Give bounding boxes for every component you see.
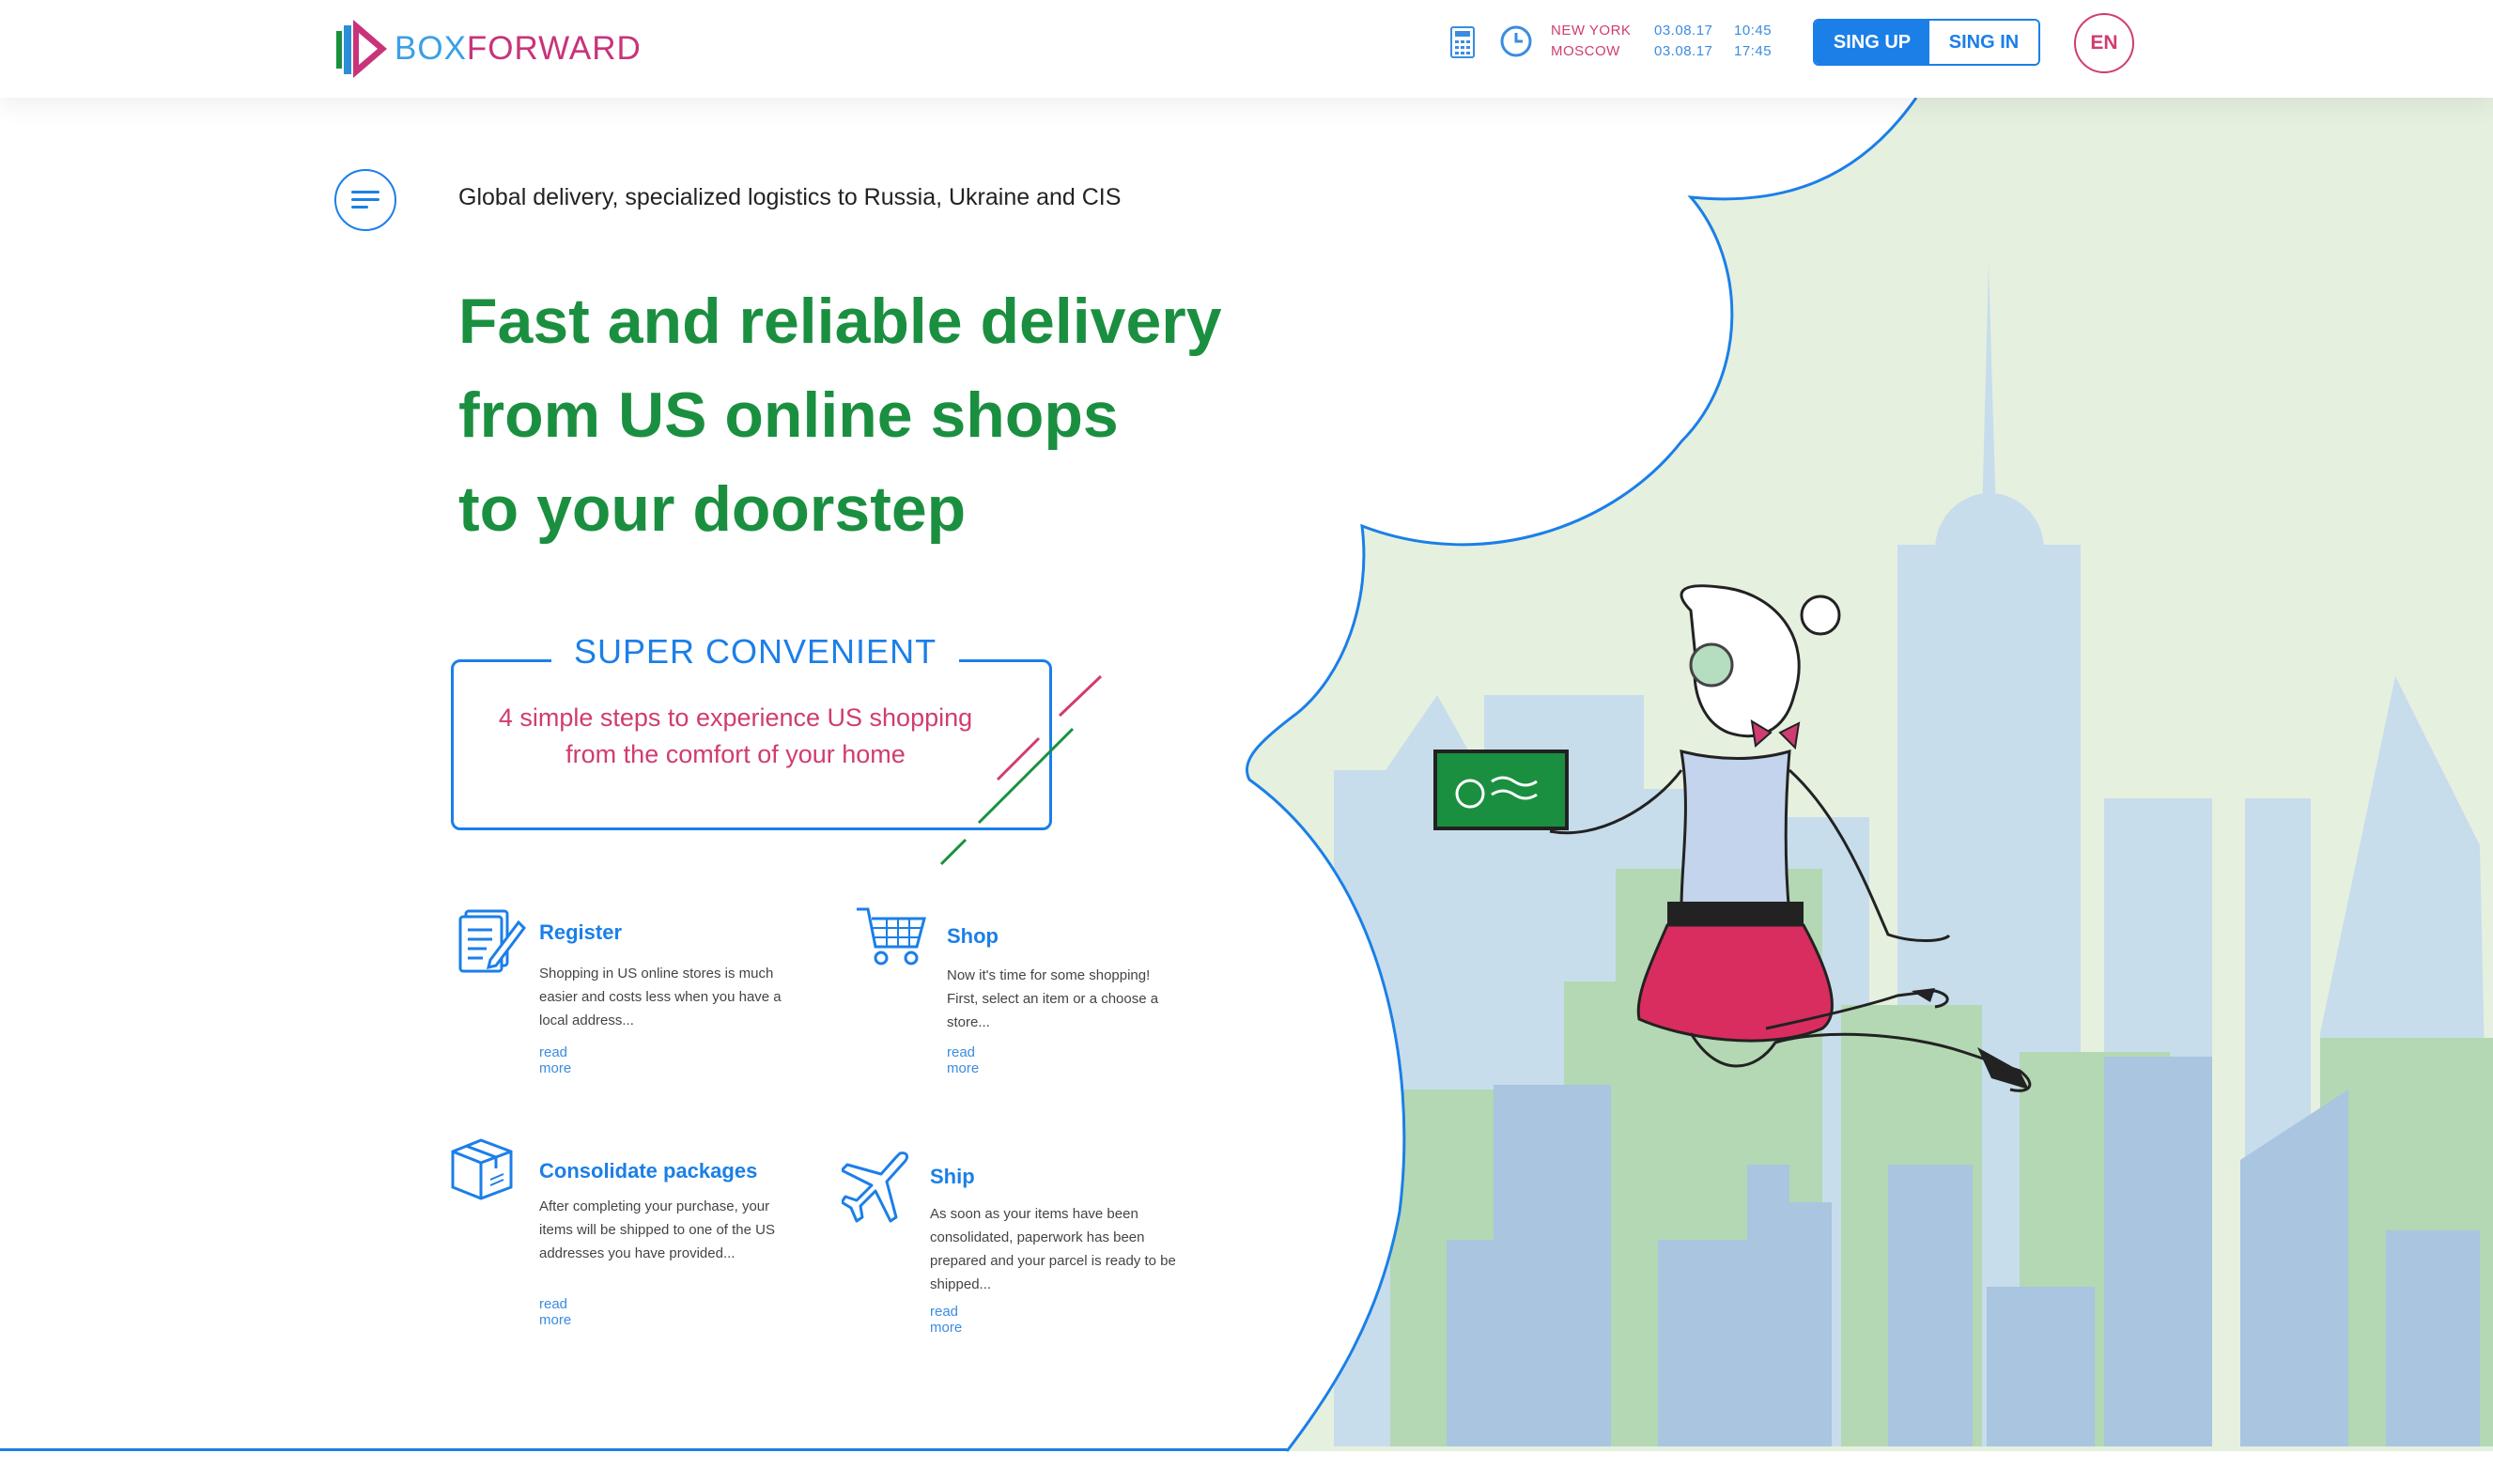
step-shop-title[interactable]: Shop (947, 924, 999, 949)
menu-button[interactable] (334, 169, 396, 231)
step-consolidate-read-more-link[interactable]: read more (539, 1296, 571, 1328)
timezone-city-2: MOSCOW (1551, 43, 1620, 59)
hero-headline: Fast and reliable delivery from US onlin… (458, 274, 1304, 556)
register-icon (458, 909, 526, 973)
decorative-lines (939, 674, 1103, 866)
section-divider (0, 1448, 1287, 1451)
sign-in-button[interactable]: SING IN (1929, 21, 2038, 64)
boxforward-logo-icon (336, 20, 387, 78)
shopping-cart-icon (857, 907, 926, 966)
hamburger-menu-icon (351, 191, 379, 209)
step-shop-read-more-link[interactable]: read more (947, 1044, 979, 1076)
headline-line-2: from US online shops (458, 379, 1119, 451)
steps-box-title: SUPER CONVENIENT (551, 632, 960, 672)
top-header: BOXFORWARD NEW YORK MOSCOW 03.08.17 03.0… (0, 0, 2493, 98)
brand-logo[interactable]: BOXFORWARD (334, 11, 654, 86)
step-ship-read-more-link[interactable]: read more (930, 1304, 962, 1336)
step-register-read-more-link[interactable]: read more (539, 1044, 571, 1076)
brand-name: BOXFORWARD (395, 30, 642, 67)
timezone-date-2: 03.08.17 (1654, 43, 1713, 59)
city-skyline (1246, 98, 2493, 1451)
step-shop-description: Now it's time for some shopping! First, … (947, 967, 1159, 1030)
step-ship-description: As soon as your items have been consolid… (930, 1206, 1176, 1292)
step-register-description: Shopping in US online stores is much eas… (539, 966, 782, 1028)
timezone-time-2: 17:45 (1734, 43, 1773, 59)
step-ship-title[interactable]: Ship (930, 1165, 975, 1189)
language-selector-button[interactable]: EN (2074, 13, 2134, 73)
hero-tagline: Global delivery, specialized logistics t… (458, 184, 1122, 210)
steps-box-text: 4 simple steps to experience US shopping… (498, 703, 973, 768)
calculator-icon[interactable] (1450, 26, 1475, 58)
timezone-date-1: 03.08.17 (1654, 23, 1713, 39)
auth-buttons: SING UP SING IN (1813, 19, 2040, 66)
step-consolidate-description: After completing your purchase, your ite… (539, 1198, 775, 1261)
package-icon (451, 1138, 513, 1200)
step-register-title[interactable]: Register (539, 920, 622, 945)
clock-icon (1500, 25, 1532, 57)
headline-line-3: to your doorstep (458, 473, 967, 545)
timezone-time-1: 10:45 (1734, 23, 1773, 39)
headline-line-1: Fast and reliable delivery (458, 286, 1222, 357)
sign-up-button[interactable]: SING UP (1815, 21, 1929, 64)
airplane-icon (842, 1152, 908, 1223)
timezone-city-1: NEW YORK (1551, 23, 1632, 39)
step-consolidate-title[interactable]: Consolidate packages (539, 1159, 757, 1183)
